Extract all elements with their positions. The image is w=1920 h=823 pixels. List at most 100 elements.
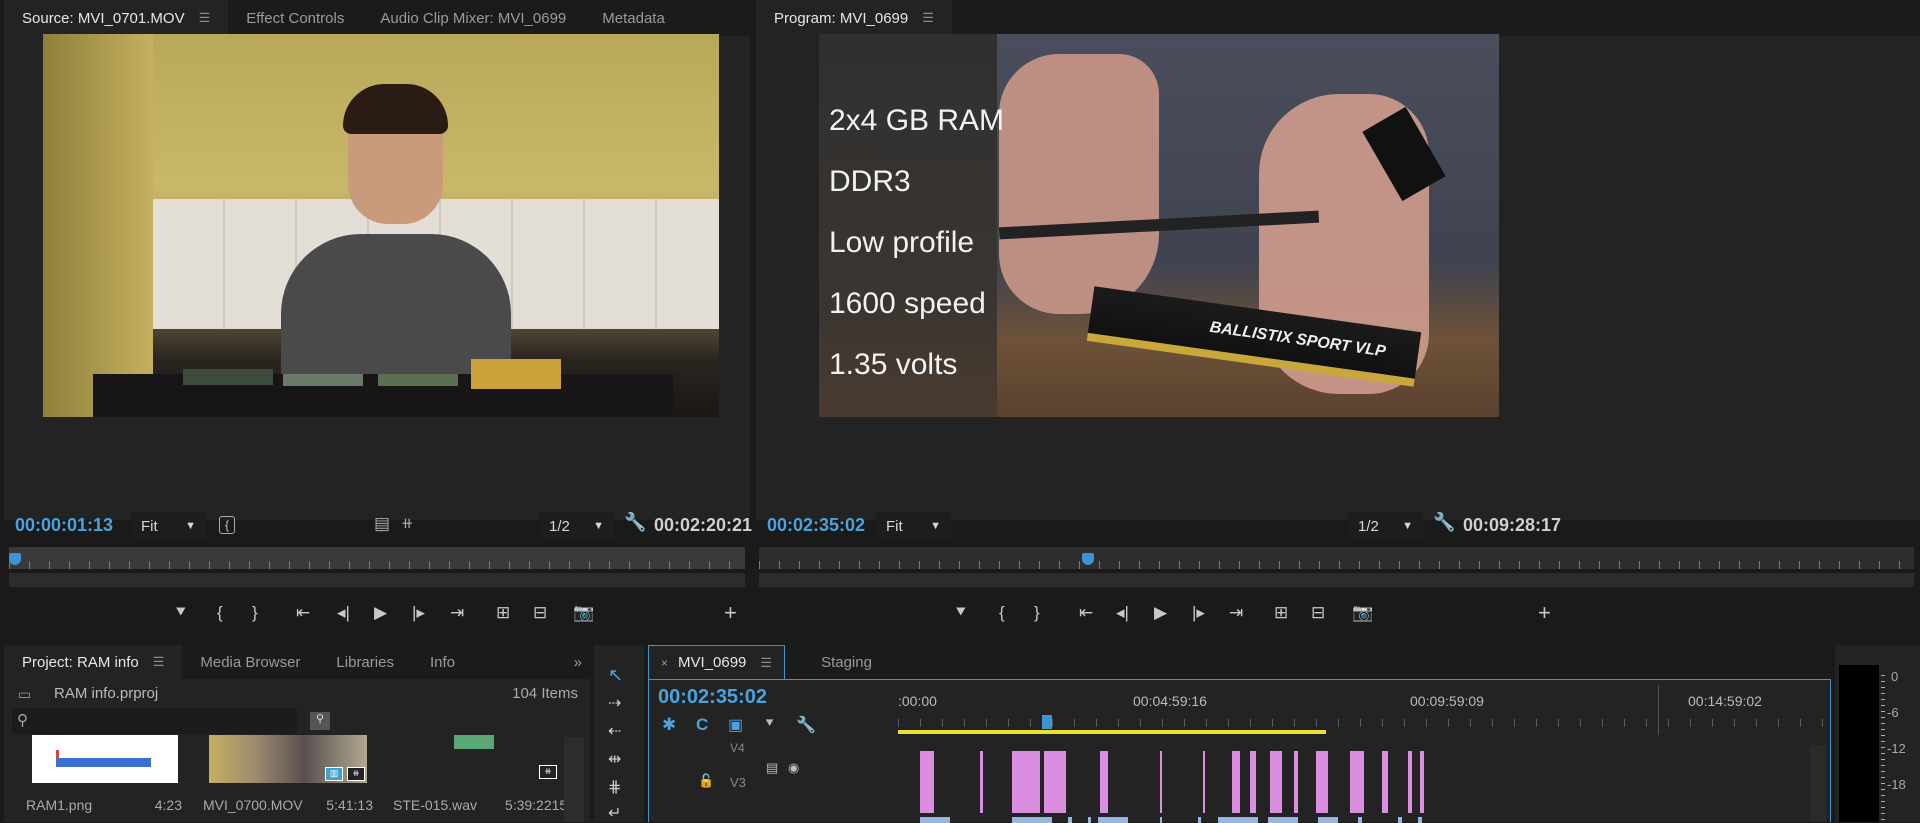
video-clip[interactable] (920, 751, 934, 813)
mark-out-button[interactable]: } (252, 603, 258, 623)
audio-clip[interactable] (1088, 817, 1091, 823)
go-to-in-button[interactable]: ⇤ (296, 603, 310, 623)
tab-info[interactable]: Info (412, 645, 473, 679)
step-back-button[interactable]: ◂| (1116, 603, 1129, 623)
audio-clip[interactable] (1418, 817, 1422, 823)
hamburger-icon[interactable]: ☰ (760, 655, 772, 671)
source-video-frame[interactable] (43, 34, 719, 417)
hamburger-icon[interactable]: ☰ (199, 10, 211, 26)
timeline-scrollbar[interactable] (1810, 745, 1826, 822)
new-search-bin-icon[interactable]: ⚲ (310, 712, 330, 730)
source-resolution-select[interactable]: 1/2 ▼ (539, 512, 614, 540)
drag-video-icon[interactable]: ▤ (374, 514, 390, 534)
tab-source[interactable]: Source: MVI_0701.MOV ☰ (4, 0, 229, 36)
video-clip[interactable] (1316, 751, 1328, 813)
audio-clip[interactable] (1068, 817, 1072, 823)
timeline-ruler[interactable]: :00:00 00:04:59:16 00:09:59:09 00:14:59:… (898, 685, 1828, 735)
video-clip[interactable] (1270, 751, 1282, 813)
program-current-timecode[interactable]: 00:02:35:02 (767, 515, 865, 536)
lift-button[interactable]: ⊞ (1274, 603, 1288, 623)
tab-project[interactable]: Project: RAM info ☰ (4, 645, 183, 679)
audio-clip[interactable] (1098, 817, 1128, 823)
video-clip[interactable] (1030, 751, 1040, 813)
video-clip[interactable] (1294, 751, 1298, 813)
mark-in-button[interactable]: { (999, 603, 1005, 623)
overwrite-button[interactable]: ⊟ (533, 603, 547, 623)
audio-clip[interactable] (1160, 817, 1162, 823)
snap-icon[interactable]: ✱ (662, 715, 676, 735)
hamburger-icon[interactable]: ☰ (153, 654, 165, 670)
tab-effect-controls[interactable]: Effect Controls (228, 0, 362, 36)
video-clip[interactable] (1012, 751, 1030, 813)
video-clip[interactable] (1250, 751, 1256, 813)
drag-audio-icon[interactable]: ⧺ (401, 514, 414, 532)
source-playhead[interactable] (9, 553, 21, 565)
play-button[interactable]: ▶ (374, 603, 387, 623)
video-clip[interactable] (1350, 751, 1358, 813)
program-scrollbar[interactable] (759, 573, 1914, 587)
lock-icon[interactable]: 🔓 (698, 773, 714, 789)
video-clip[interactable] (1203, 751, 1205, 813)
step-forward-button[interactable]: |▸ (1192, 603, 1205, 623)
wrench-icon[interactable]: 🔧 (796, 715, 816, 735)
video-clip[interactable] (1420, 751, 1424, 813)
rate-stretch-tool[interactable]: ⋕ (608, 777, 621, 797)
program-resolution-select[interactable]: 1/2 ▼ (1348, 512, 1423, 540)
video-clip[interactable] (1358, 751, 1364, 813)
timeline-tracks-area[interactable] (898, 739, 1808, 823)
source-zoom-select[interactable]: Fit ▼ (131, 512, 206, 540)
linked-selection-icon[interactable]: C (696, 715, 708, 735)
tab-staging[interactable]: Staging (785, 645, 908, 679)
go-to-out-button[interactable]: ⇥ (1229, 603, 1243, 623)
audio-clip[interactable] (1218, 817, 1258, 823)
audio-clip[interactable] (920, 817, 950, 823)
audio-clip[interactable] (1358, 817, 1362, 823)
project-item[interactable]: RAM1.png 4:23 (26, 735, 182, 823)
mark-in-button[interactable]: { (217, 603, 223, 623)
extract-button[interactable]: ⊟ (1311, 603, 1325, 623)
video-clip[interactable] (1044, 751, 1066, 813)
marker-button[interactable]: ⯆ (174, 603, 188, 623)
export-frame-button[interactable]: 📷 (573, 603, 594, 623)
selection-tool[interactable]: ↖ (608, 665, 623, 686)
video-clip[interactable] (1408, 751, 1412, 813)
step-back-button[interactable]: ◂| (337, 603, 350, 623)
program-zoom-select[interactable]: Fit ▼ (876, 512, 951, 540)
hamburger-icon[interactable]: ☰ (922, 10, 934, 26)
video-clip[interactable] (1382, 751, 1388, 813)
step-forward-button[interactable]: |▸ (412, 603, 425, 623)
tab-metadata[interactable]: Metadata (584, 0, 683, 36)
video-clip[interactable] (1100, 751, 1108, 813)
go-to-out-button[interactable]: ⇥ (450, 603, 464, 623)
tab-audio-clip-mixer[interactable]: Audio Clip Mixer: MVI_0699 (362, 0, 584, 36)
audio-clip[interactable] (1012, 817, 1052, 823)
audio-clip[interactable] (1398, 817, 1402, 823)
video-clip[interactable] (980, 751, 983, 813)
insert-button[interactable]: ⊞ (496, 603, 510, 623)
source-scrollbar[interactable] (9, 573, 745, 587)
close-icon[interactable]: × (661, 656, 668, 670)
audio-clip[interactable] (1318, 817, 1338, 823)
project-scrollbar[interactable] (564, 737, 584, 822)
ripple-edit-tool[interactable]: ⇠ (608, 721, 621, 741)
export-frame-button[interactable]: 📷 (1352, 603, 1373, 623)
settings-wrench-icon[interactable]: 🔧 (1433, 512, 1455, 533)
work-area-bar[interactable] (898, 730, 1326, 734)
razor-tool[interactable]: ↵ (608, 803, 621, 823)
tab-sequence-mvi-0699[interactable]: × MVI_0699 ☰ (648, 645, 786, 679)
track-select-forward-tool[interactable]: ⇢ (608, 693, 621, 713)
timeline-playhead[interactable] (1042, 715, 1053, 729)
go-to-in-button[interactable]: ⇤ (1079, 603, 1093, 623)
insert-settings-icon[interactable]: { (219, 516, 235, 534)
mark-out-button[interactable]: } (1034, 603, 1040, 623)
marker-button[interactable]: ⯆ (954, 603, 968, 623)
rolling-edit-tool[interactable]: ⇹ (608, 749, 621, 769)
eye-icon[interactable]: ◉ (788, 760, 799, 776)
tab-program[interactable]: Program: MVI_0699 ☰ (756, 0, 952, 36)
program-time-ruler[interactable] (759, 547, 1914, 569)
source-current-timecode[interactable]: 00:00:01:13 (15, 515, 113, 536)
toggle-sync-icon[interactable]: ▤ (766, 760, 778, 776)
timeline-current-timecode[interactable]: 00:02:35:02 (658, 686, 767, 709)
add-button[interactable]: + (724, 600, 737, 626)
video-clip[interactable] (1232, 751, 1240, 813)
